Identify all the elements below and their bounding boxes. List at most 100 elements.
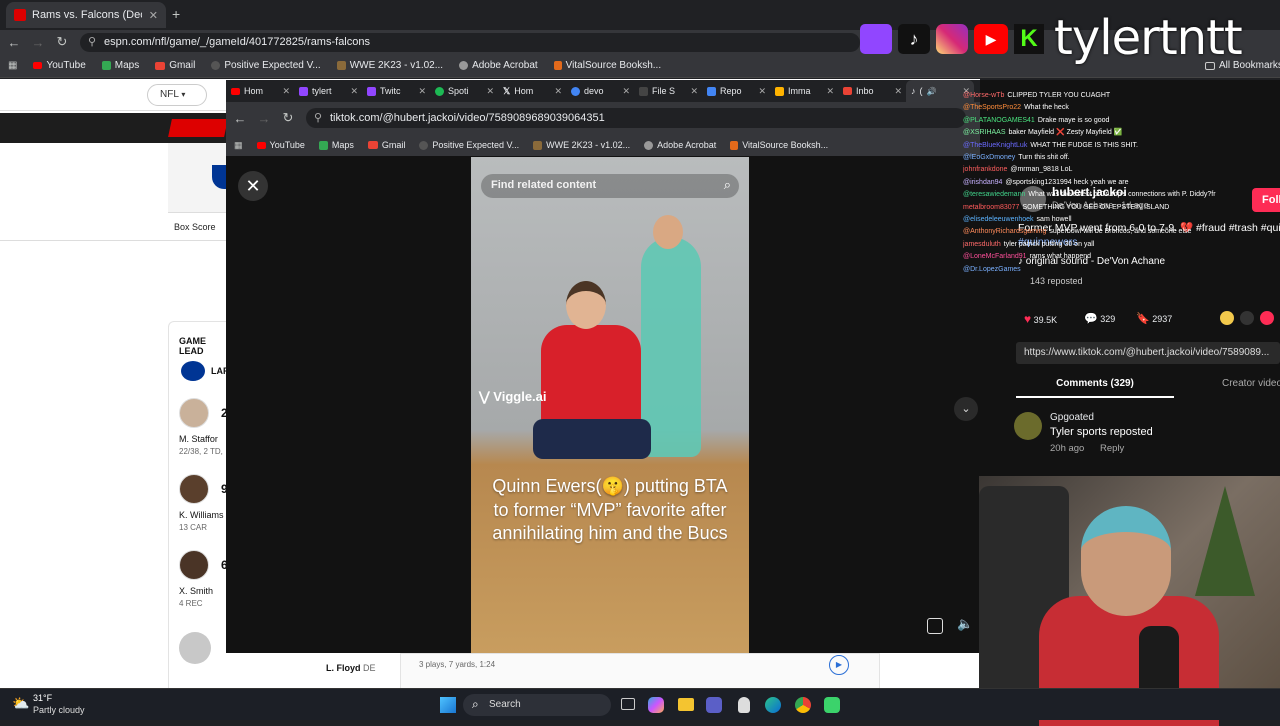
inner-bookmarks-bar: ▦ YouTube Maps Gmail Positive Expected V… — [226, 134, 980, 156]
person-head — [566, 281, 606, 329]
inner-tab[interactable]: 𝕏 Hom ✕ — [498, 80, 566, 102]
comment-time: 20h ago — [1050, 443, 1085, 454]
pip-icon[interactable] — [927, 618, 943, 634]
speaker-icon: 🔊 — [926, 86, 937, 96]
video-player[interactable]: Find related content ⌕ ⋁ Viggle.ai Quinn… — [471, 157, 749, 653]
bookmark-adobe[interactable]: Adobe Acrobat — [644, 140, 716, 150]
close-video-button[interactable]: ✕ — [238, 171, 268, 201]
inner-tab[interactable]: tylert ✕ — [294, 80, 362, 102]
bookmark-positive-ev[interactable]: Positive Expected V... — [419, 140, 519, 150]
obs-icon[interactable] — [824, 697, 840, 713]
subnav-box-score[interactable]: Box Score — [174, 222, 216, 232]
inner-tab[interactable]: Hom ✕ — [226, 80, 294, 102]
apps-icon[interactable]: ▦ — [8, 60, 17, 71]
player-stat: 13 CAR — [179, 523, 208, 532]
player-row[interactable]: 2 M. Staffor 22/38, 2 TD, — [179, 398, 231, 468]
volume-icon[interactable]: 🔈 — [957, 616, 973, 632]
comment-text: Tyler sports reposted — [1050, 426, 1153, 438]
inner-tab[interactable]: Spoti ✕ — [430, 80, 498, 102]
bookmark-maps[interactable]: Maps — [318, 140, 354, 150]
inner-tab[interactable]: File S ✕ — [634, 80, 702, 102]
bookmark-vitalsource[interactable]: VitalSource Booksh... — [730, 140, 828, 150]
chat-text: Turn this shit off. — [1018, 154, 1070, 162]
new-tab-icon[interactable]: + — [172, 6, 180, 22]
chat-text: superbowl will be Broncos, and someone e… — [1049, 228, 1192, 236]
apps-icon[interactable]: ▦ — [234, 140, 243, 151]
bookmark-youtube[interactable]: YouTube — [33, 60, 86, 71]
bookmark-wwe[interactable]: WWE 2K23 - v1.02... — [336, 60, 443, 71]
video-caption: Quinn Ewers(🤫) putting BTA to former “MV… — [492, 476, 728, 543]
bookmark-maps[interactable]: Maps — [101, 60, 139, 71]
copilot-icon[interactable] — [648, 697, 664, 713]
chat-text: Drake maye is so good — [1037, 116, 1110, 124]
inner-address-bar[interactable]: ⚲ tiktok.com/@hubert.jackoi/video/758908… — [306, 108, 966, 128]
search-icon[interactable]: ⌕ — [724, 177, 731, 193]
reload-icon[interactable]: ↻ — [276, 110, 300, 126]
outer-address-bar[interactable]: ⚲ espn.com/nfl/game/_/gameId/401772825/r… — [80, 33, 860, 52]
chat-text: CLIPPED TYLER YOU CUAGHT — [1007, 92, 1111, 99]
player-stat: 22/38, 2 TD, — [179, 447, 223, 456]
save-button[interactable]: 🔖 2937 — [1136, 312, 1172, 325]
bookmark-gmail[interactable]: Gmail — [155, 60, 195, 71]
chat-message: @elisedeleeuwenhoek sam howell — [963, 214, 1280, 226]
twitch-icon — [860, 24, 892, 54]
scroll-down-button[interactable]: ⌄ — [954, 397, 978, 421]
chat-username: @irishdan94 — [963, 178, 1003, 186]
reload-icon[interactable]: ↻ — [50, 34, 74, 50]
close-icon[interactable]: ✕ — [149, 9, 158, 22]
tab-creator-videos[interactable]: Creator video — [1222, 374, 1280, 398]
inner-tab[interactable]: Imma ✕ — [770, 80, 838, 102]
avatar[interactable] — [1014, 412, 1042, 440]
inner-tab[interactable]: Twitc ✕ — [362, 80, 430, 102]
weather-temp: 31°F — [33, 693, 53, 703]
inner-tab[interactable]: Repo ✕ — [702, 80, 770, 102]
bookmark-adobe[interactable]: Adobe Acrobat — [459, 60, 538, 71]
chat-username: @elisedeleeuwenhoek — [963, 216, 1034, 224]
edge-icon[interactable] — [765, 697, 781, 713]
player-row[interactable]: 9 K. Williams 13 CAR — [179, 474, 231, 544]
tab-comments[interactable]: Comments (329) — [1016, 374, 1174, 398]
chat-username: @TheSportsPro22 — [963, 104, 1022, 112]
share-url-box[interactable]: https://www.tiktok.com/@hubert.jackoi/vi… — [1016, 342, 1280, 364]
share-icons[interactable] — [1220, 311, 1280, 325]
back-icon[interactable]: ← — [228, 111, 252, 126]
teams-icon[interactable] — [706, 697, 722, 713]
chat-username: @lEoGxDmoney — [963, 154, 1016, 162]
espn-favicon-icon — [14, 9, 26, 21]
reply-button[interactable]: Reply — [1100, 443, 1124, 454]
chrome-icon[interactable] — [795, 697, 811, 713]
taskbar-search[interactable]: ⌕ Search — [463, 694, 611, 716]
comment-user[interactable]: Gpgoated — [1050, 412, 1094, 423]
league-selector[interactable]: NFL ▾ — [147, 84, 207, 106]
like-button[interactable]: ♥ 39.5K — [1024, 312, 1057, 326]
start-button[interactable] — [440, 697, 456, 713]
bookmark-vitalsource[interactable]: VitalSource Booksh... — [553, 60, 661, 71]
bookmark-youtube[interactable]: YouTube — [256, 140, 305, 150]
comment-button[interactable]: 💬 329 — [1084, 312, 1115, 325]
file-explorer-icon[interactable] — [678, 698, 694, 711]
back-icon[interactable]: ← — [2, 35, 26, 50]
outer-tab-active[interactable]: Rams vs. Falcons (Dec 29, 2025 ✕ — [6, 2, 166, 28]
site-info-icon[interactable]: ⚲ — [88, 33, 96, 52]
player-name[interactable]: M. Staffor — [179, 434, 218, 444]
inner-tab[interactable]: devo ✕ — [566, 80, 634, 102]
forward-icon[interactable]: → — [26, 35, 50, 50]
chat-text: SOMETHING YOU SEE ON EPSTEIN ISLAND — [1022, 203, 1170, 211]
player-name[interactable]: X. Smith — [179, 586, 213, 596]
weather-widget[interactable]: ⛅ 31°F Partly cloudy — [12, 693, 102, 717]
search-bar[interactable]: Find related content ⌕ — [481, 174, 739, 198]
play-icon[interactable]: ▶ — [829, 655, 849, 675]
site-info-icon[interactable]: ⚲ — [314, 108, 322, 128]
player-row[interactable]: 6 X. Smith 4 REC — [179, 550, 231, 620]
forward-icon[interactable]: → — [252, 111, 276, 126]
inner-tab[interactable]: Inbo ✕ — [838, 80, 906, 102]
bookmark-gmail[interactable]: Gmail — [367, 140, 405, 150]
alien-icon[interactable] — [738, 697, 750, 713]
task-view-icon[interactable] — [621, 698, 635, 710]
bookmark-wwe[interactable]: WWE 2K23 - v1.02... — [533, 140, 630, 150]
espn-logo[interactable] — [168, 119, 228, 137]
bookmark-positive-ev[interactable]: Positive Expected V... — [211, 60, 321, 71]
player-name[interactable]: K. Williams — [179, 510, 224, 520]
avatar — [179, 398, 209, 428]
streamer-head — [1081, 506, 1171, 616]
